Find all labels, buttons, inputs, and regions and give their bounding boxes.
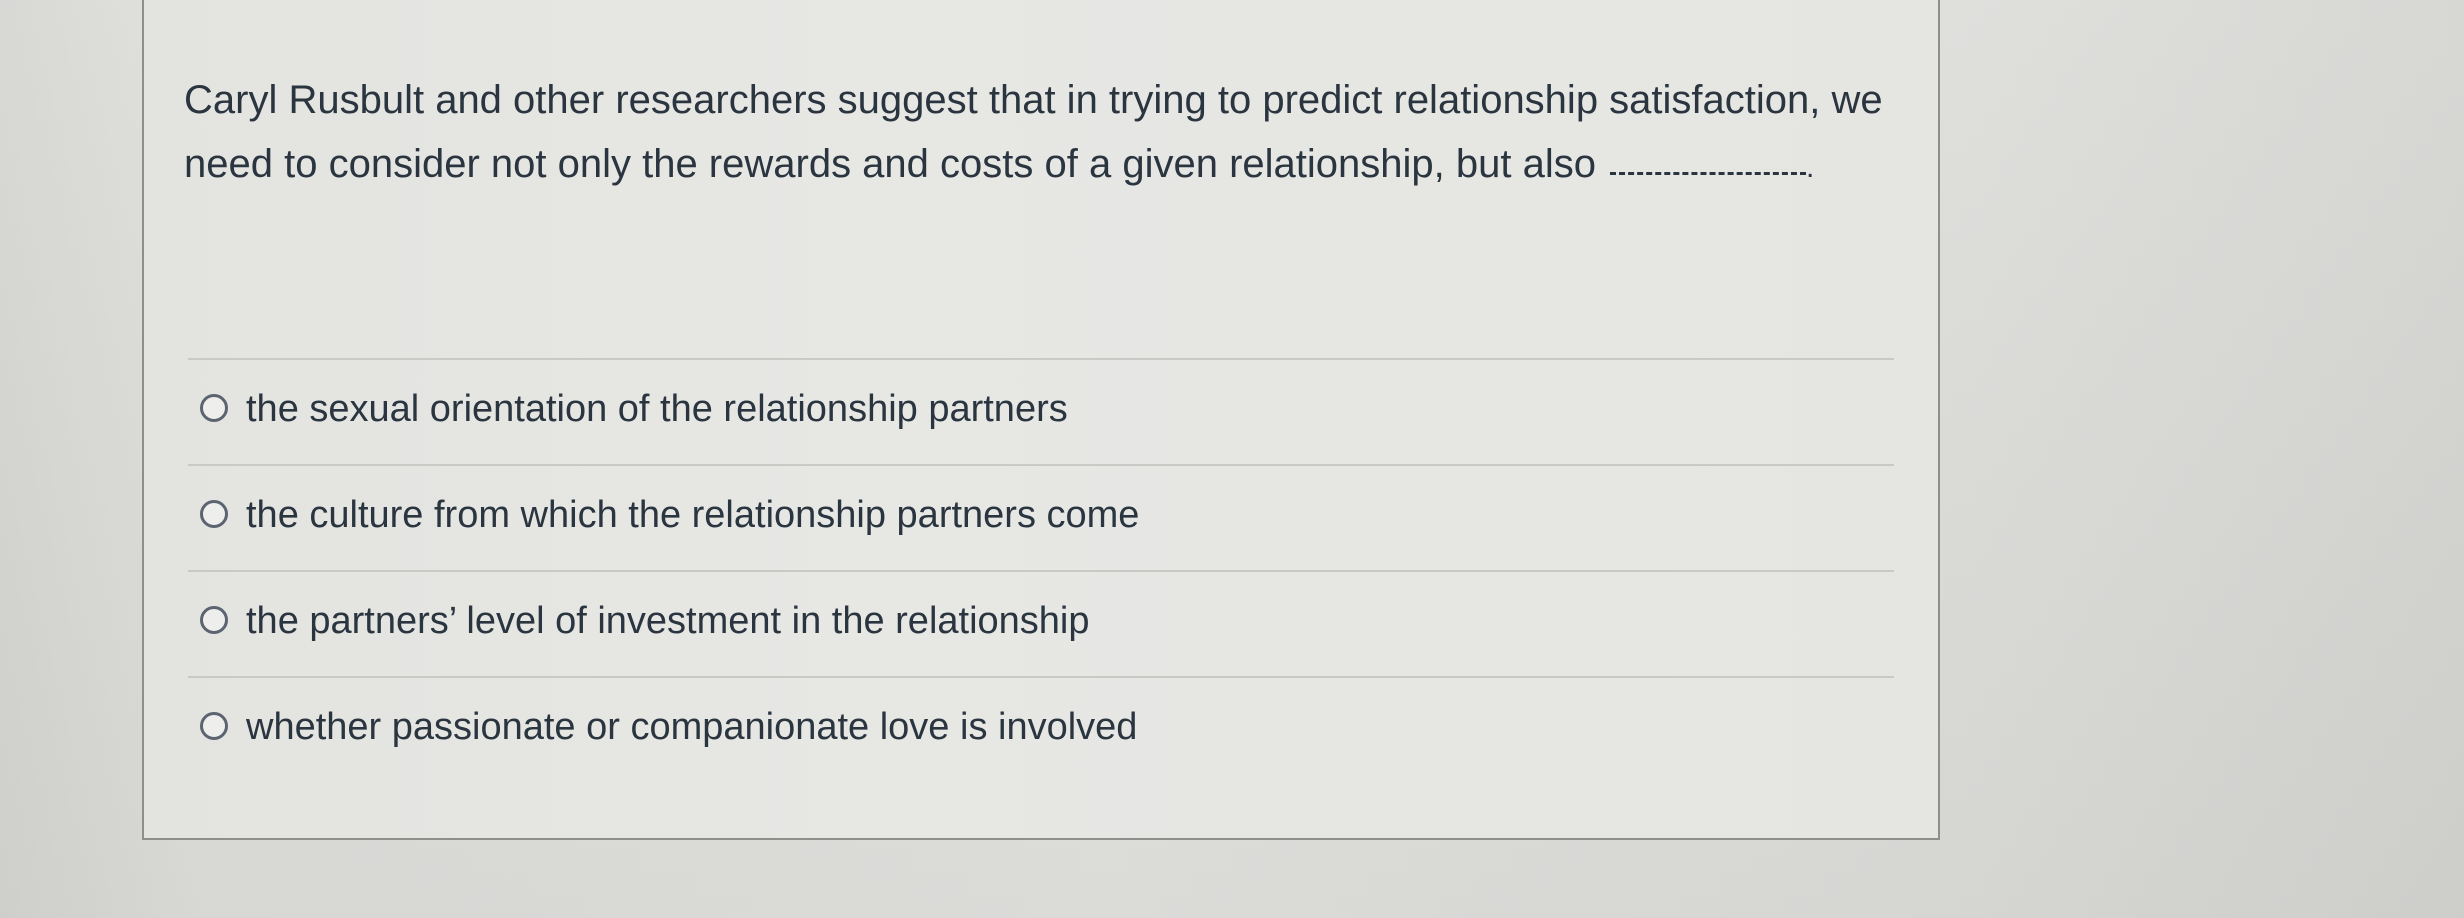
answer-label[interactable]: the culture from which the relationship …: [246, 488, 1139, 542]
radio-button-icon[interactable]: [200, 712, 228, 740]
answer-option-2[interactable]: the culture from which the relationship …: [188, 464, 1894, 570]
answer-blank: [1609, 170, 1806, 175]
radio-button-icon[interactable]: [200, 500, 228, 528]
question-card: Caryl Rusbult and other researchers sugg…: [142, 0, 1940, 840]
answer-label[interactable]: the partners’ level of investment in the…: [246, 594, 1090, 648]
answer-label[interactable]: the sexual orientation of the relationsh…: [246, 382, 1068, 436]
answer-option-1[interactable]: the sexual orientation of the relationsh…: [188, 358, 1894, 464]
blank-suffix: .: [1805, 151, 1815, 184]
question-text: Caryl Rusbult and other researchers sugg…: [184, 68, 1904, 200]
radio-button-icon[interactable]: [200, 394, 228, 422]
answer-label[interactable]: whether passionate or companionate love …: [246, 700, 1137, 754]
answer-option-3[interactable]: the partners’ level of investment in the…: [188, 570, 1894, 676]
answer-list: the sexual orientation of the relationsh…: [188, 358, 1894, 782]
answer-option-4[interactable]: whether passionate or companionate love …: [188, 676, 1894, 782]
radio-button-icon[interactable]: [200, 606, 228, 634]
